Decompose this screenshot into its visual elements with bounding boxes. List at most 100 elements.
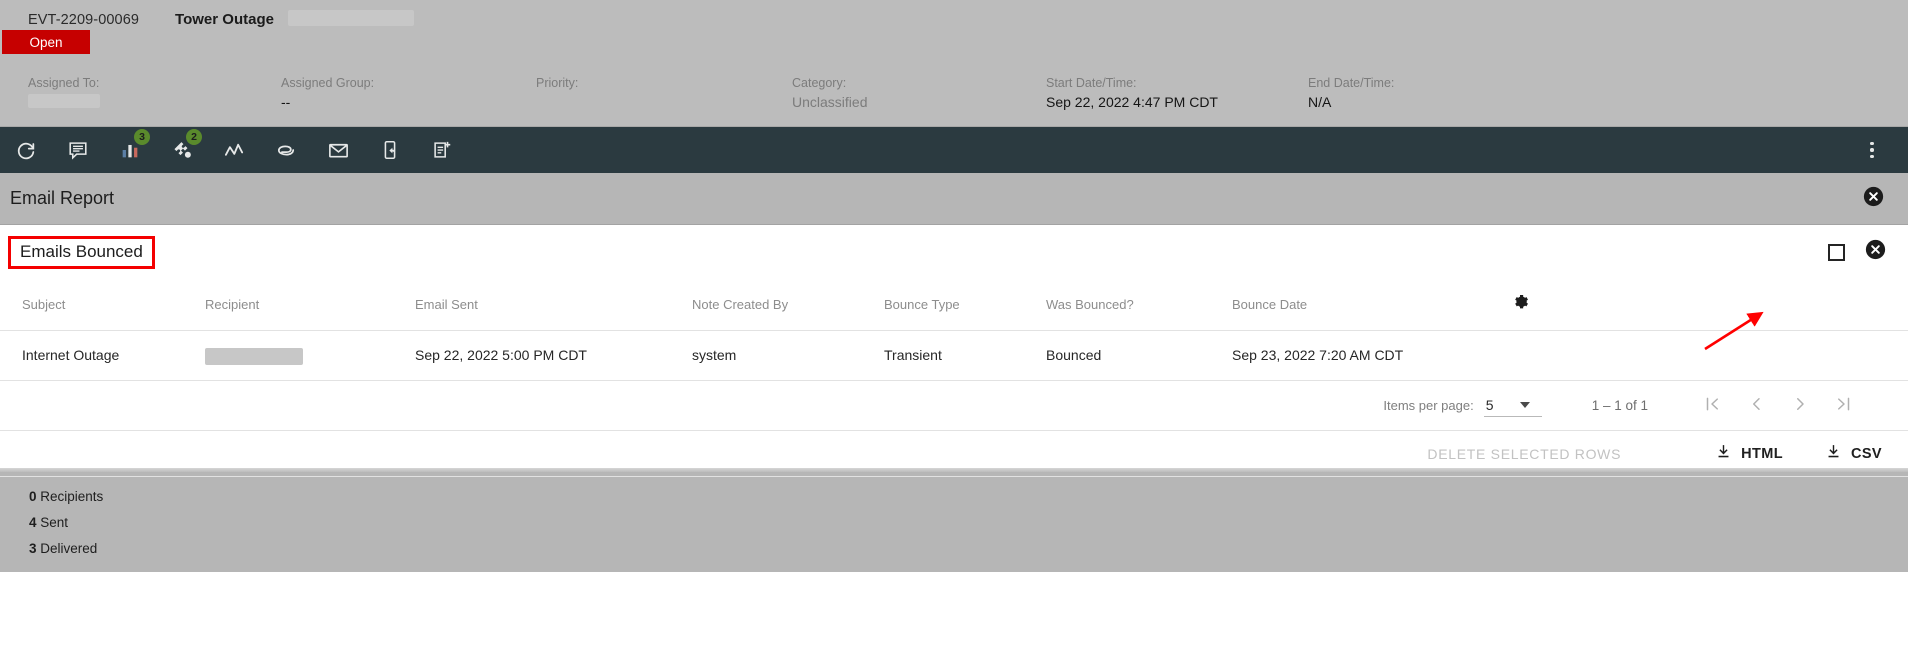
next-page-button[interactable] [1778,386,1822,426]
envelope-icon [327,139,350,162]
table-settings-button[interactable] [1512,279,1908,331]
record-meta-row: Assigned To: Assigned Group: -- Priority… [0,75,1908,123]
new-note-button[interactable] [416,127,468,173]
meta-value-start-date: Sep 22, 2022 4:47 PM CDT [1046,94,1218,110]
email-report-card: Emails Bounced Subject Recipient Email S… [0,225,1908,477]
cell-email-sent: Sep 22, 2022 5:00 PM CDT [415,330,692,381]
column-header-bounce-type[interactable]: Bounce Type [884,279,1046,331]
chevron-down-icon [1519,401,1530,408]
meta-field-assigned-to: Assigned To: [28,75,100,113]
meta-field-category: Category: Unclassified [792,75,867,112]
summary-count-recipients: 0 [29,489,37,504]
refresh-icon [15,139,37,161]
column-header-recipient[interactable]: Recipient [205,279,415,331]
export-html-button[interactable]: HTML [1715,443,1783,464]
cell-subject: Internet Outage [0,330,205,381]
meta-label-category: Category: [792,76,847,90]
download-icon [1715,443,1732,464]
more-vertical-icon [1870,141,1874,159]
cell-was-bounced: Bounced [1046,330,1232,381]
items-per-page-label: Items per page: [1383,398,1474,413]
export-csv-label: CSV [1850,445,1882,462]
report-header-actions [1828,239,1886,265]
summary-count-delivered: 3 [29,541,37,556]
meta-label-assigned-group: Assigned Group: [281,76,375,90]
page-range-label: 1 – 1 of 1 [1591,398,1648,413]
record-header: EVT-2209-00069 Tower Outage Open Assigne… [0,0,1908,127]
meta-label-assigned-to: Assigned To: [28,76,100,90]
panel-title-bar: Email Report [0,173,1908,225]
meta-field-priority: Priority: [536,75,578,92]
toolbar-overflow-button[interactable] [1846,127,1898,173]
paperclip-icon [275,139,298,162]
action-toolbar: 3 2 [0,127,1908,173]
record-identity: EVT-2209-00069 Tower Outage [28,8,414,29]
report-header-row: Emails Bounced [0,225,1908,279]
mobile-reply-icon [379,139,401,161]
close-circle-icon [1863,186,1884,211]
table-row[interactable]: Internet Outage Sep 22, 2022 5:00 PM CDT… [0,330,1908,381]
trend-line-icon [223,139,246,162]
meta-value-end-date: N/A [1308,94,1332,110]
notes-button[interactable] [52,127,104,173]
meta-value-category: Unclassified [792,94,868,110]
download-icon [1825,443,1842,464]
column-header-subject[interactable]: Subject [0,279,205,331]
new-note-icon [431,139,453,161]
attachments-button[interactable] [260,127,312,173]
select-all-checkbox[interactable] [1828,243,1845,261]
trend-button[interactable] [208,127,260,173]
meta-field-start-date: Start Date/Time: Sep 22, 2022 4:47 PM CD… [1046,75,1218,112]
meta-field-assigned-group: Assigned Group: -- [281,75,374,112]
panel-close-button[interactable] [1863,186,1884,212]
status-badge[interactable]: Open [2,30,90,54]
column-header-email-sent[interactable]: Email Sent [415,279,692,331]
summary-label-delivered: Delivered [40,541,98,556]
record-id: EVT-2209-00069 [28,12,140,28]
page-title: Email Report [10,188,115,208]
report-close-button[interactable] [1865,239,1886,265]
column-header-bounce-date[interactable]: Bounce Date [1232,279,1512,331]
items-per-page-value: 5 [1485,396,1494,413]
first-page-button[interactable] [1690,386,1734,426]
cell-recipient [205,330,415,381]
summary-line-sent: 4 Sent [0,510,1908,536]
first-page-icon [1703,395,1721,416]
meta-value-assigned-group: -- [281,94,291,110]
summary-count-sent: 4 [29,515,37,530]
record-title-wrap: Tower Outage [175,8,414,29]
last-page-button[interactable] [1822,386,1866,426]
previous-page-button[interactable] [1734,386,1778,426]
meta-label-end-date: End Date/Time: [1308,76,1395,90]
cell-bounce-type: Transient [884,330,1046,381]
export-actions-row: DELETE SELECTED ROWS HTML CSV [0,431,1908,477]
column-header-was-bounced[interactable]: Was Bounced? [1046,279,1232,331]
notes-icon [67,139,89,161]
email-summary-panel: 0 Recipients 4 Sent 3 Delivered [0,472,1908,572]
table-paginator: Items per page: 5 1 – 1 of 1 [0,381,1908,431]
charts-button[interactable]: 3 [104,127,156,173]
charts-badge: 3 [134,129,150,145]
delete-selected-rows-button[interactable]: DELETE SELECTED ROWS [1427,446,1621,462]
items-per-page-select[interactable]: 5 [1483,395,1542,417]
emails-bounced-table: Subject Recipient Email Sent Note Create… [0,279,1908,381]
column-header-note-created-by[interactable]: Note Created By [692,279,884,331]
refresh-button[interactable] [0,127,52,173]
summary-label-sent: Sent [40,515,69,530]
cell-actions [1512,330,1908,381]
export-csv-button[interactable]: CSV [1825,443,1882,464]
next-page-icon [1791,395,1809,416]
integrations-badge: 2 [186,129,202,145]
last-page-icon [1835,395,1853,416]
summary-line-recipients: 0 Recipients [0,484,1908,510]
email-button[interactable] [312,127,364,173]
table-header-row: Subject Recipient Email Sent Note Create… [0,279,1908,331]
integrations-button[interactable]: 2 [156,127,208,173]
summary-line-delivered: 3 Delivered [0,536,1908,562]
record-title: Tower Outage [175,11,274,28]
mobile-reply-button[interactable] [364,127,416,173]
previous-page-icon [1747,395,1765,416]
cell-note-created-by: system [692,330,884,381]
close-circle-icon [1865,239,1886,264]
meta-label-start-date: Start Date/Time: [1046,76,1137,90]
